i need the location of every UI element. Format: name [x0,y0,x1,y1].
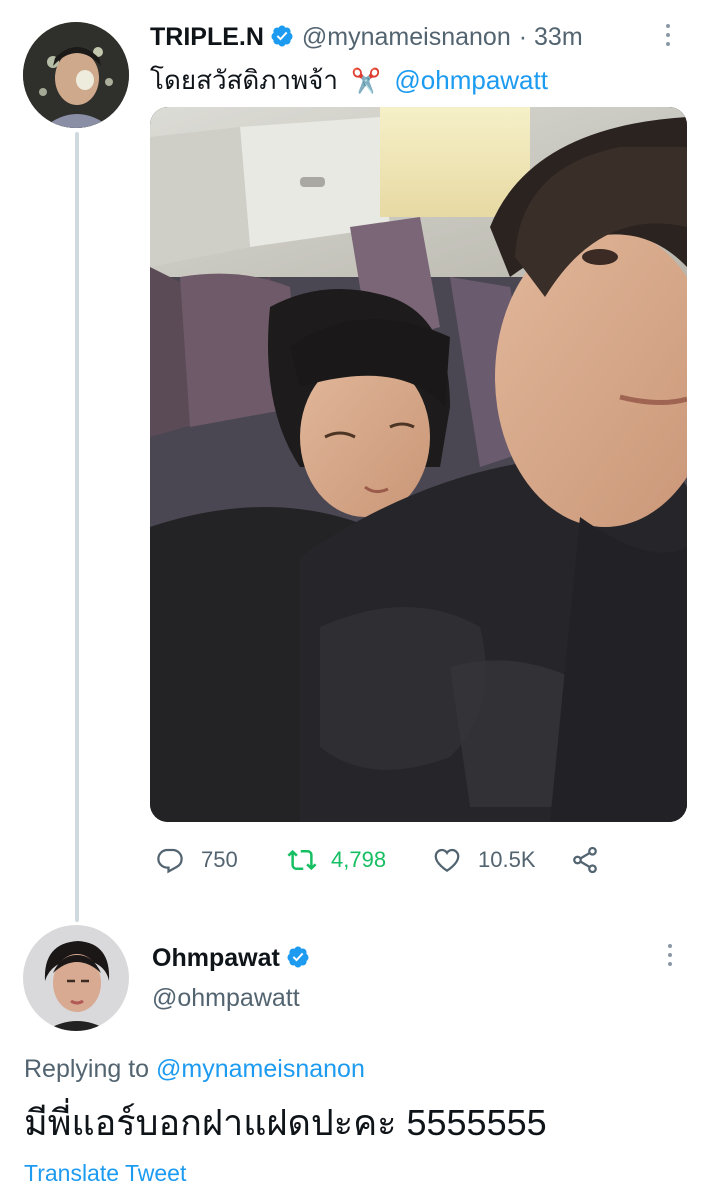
reply-icon [157,848,183,874]
verified-badge-icon [270,24,294,50]
reply-action[interactable]: 750 [155,845,238,875]
reply-count: 750 [201,847,238,872]
tweet-author-avatar[interactable] [23,22,129,128]
tweet-time[interactable]: · 33m [519,23,583,52]
airplane-selfie-image [150,107,687,822]
retweet-count: 4,798 [331,847,387,872]
tweet-handle[interactable]: @mynameisnanon [302,23,511,52]
replying-to-line: Replying to @mynameisnanon [24,1055,365,1084]
reply-display-name[interactable]: Ohmpawat [152,944,280,973]
reply-header: Ohmpawat [152,941,310,975]
tweet-text: โดยสวัสดิภาพจ้า [150,65,339,95]
tweet-photo[interactable] [150,107,687,822]
reply-text: มีพี่แอร์บอกฝาแฝดปะคะ 5555555 [24,1102,547,1143]
reply-author-avatar[interactable] [23,925,129,1031]
avatar-photo [23,22,129,128]
retweet-action[interactable]: 4,798 [287,845,386,875]
like-icon [434,848,460,872]
retweet-icon [287,849,317,871]
scissors-emoji: ✂️ [351,68,382,95]
like-action[interactable]: 10.5K [432,845,536,875]
share-icon [573,846,597,874]
reply-handle[interactable]: @ohmpawatt [152,984,300,1013]
tweet-mention-link[interactable]: @ohmpawatt [394,65,548,95]
share-action[interactable] [570,845,600,875]
replying-to-prefix: Replying to [24,1055,150,1083]
thread-connector-line [75,132,79,922]
more-options-icon[interactable] [666,944,674,971]
tweet-text-line: โดยสวัสดิภาพจ้า ✂️ @ohmpawatt [150,60,548,101]
verified-badge-icon [286,945,310,971]
replying-to-mention[interactable]: @mynameisnanon [156,1055,365,1083]
translate-tweet-link[interactable]: Translate Tweet [24,1160,186,1187]
tweet-header: TRIPLE.N @mynameisnanon · 33m [150,20,690,54]
more-options-icon[interactable] [664,24,672,51]
reply-avatar-photo [23,925,129,1031]
tweet-display-name[interactable]: TRIPLE.N [150,23,264,52]
like-count: 10.5K [478,847,536,872]
